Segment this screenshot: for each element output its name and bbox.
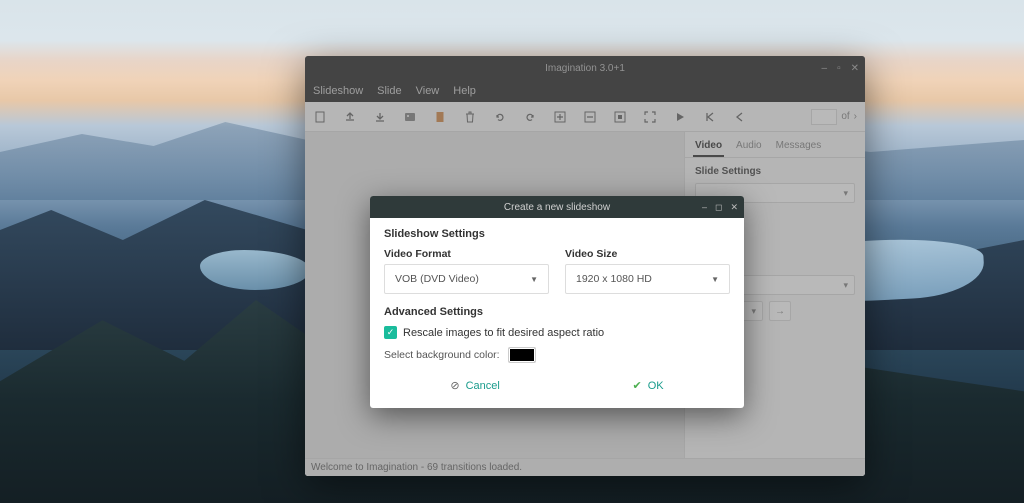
- dialog-minimize-icon[interactable]: –: [702, 202, 707, 213]
- bgcolor-swatch[interactable]: [508, 347, 536, 363]
- dialog-close-icon[interactable]: ✕: [730, 202, 738, 213]
- ok-label: OK: [648, 380, 664, 392]
- ok-icon: ✔: [633, 379, 642, 392]
- rescale-checkbox[interactable]: ✓: [384, 326, 397, 339]
- dialog-title: Create a new slideshow: [504, 202, 610, 213]
- cancel-label: Cancel: [466, 380, 500, 392]
- rescale-label: Rescale images to fit desired aspect rat…: [403, 327, 604, 339]
- dialog-maximize-icon[interactable]: ◻: [715, 202, 722, 213]
- slideshow-settings-heading: Slideshow Settings: [384, 228, 730, 240]
- dialog-body: Slideshow Settings Video Format VOB (DVD…: [370, 218, 744, 408]
- caret-down-icon: ▼: [530, 275, 538, 284]
- video-size-dropdown[interactable]: 1920 x 1080 HD ▼: [565, 264, 730, 294]
- dialog-window-controls: – ◻ ✕: [702, 202, 738, 213]
- caret-down-icon: ▼: [711, 275, 719, 284]
- bgcolor-label: Select background color:: [384, 349, 500, 361]
- video-size-label: Video Size: [565, 248, 730, 260]
- video-format-label: Video Format: [384, 248, 549, 260]
- video-size-value: 1920 x 1080 HD: [576, 273, 652, 285]
- advanced-settings-heading: Advanced Settings: [384, 306, 730, 318]
- cancel-icon: ⊘: [450, 379, 459, 392]
- video-format-dropdown[interactable]: VOB (DVD Video) ▼: [384, 264, 549, 294]
- ok-button[interactable]: ✔ OK: [625, 375, 672, 396]
- cancel-button[interactable]: ⊘ Cancel: [442, 375, 507, 396]
- new-slideshow-dialog: Create a new slideshow – ◻ ✕ Slideshow S…: [370, 196, 744, 408]
- dialog-titlebar[interactable]: Create a new slideshow – ◻ ✕: [370, 196, 744, 218]
- video-format-value: VOB (DVD Video): [395, 273, 479, 285]
